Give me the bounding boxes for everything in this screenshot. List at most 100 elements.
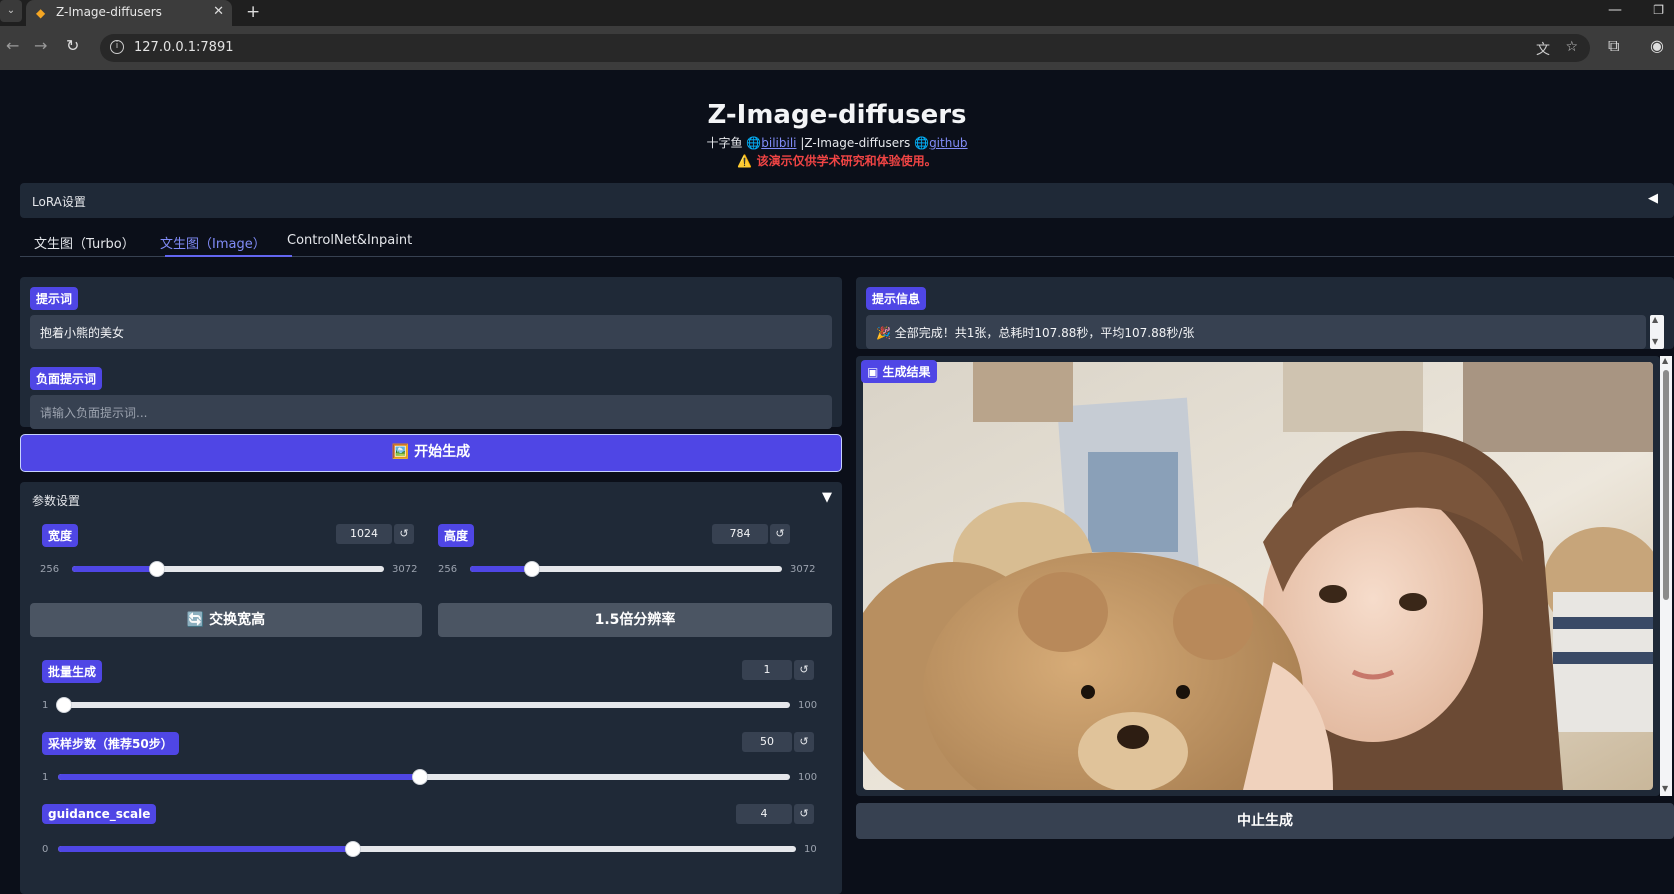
guidance-number-input[interactable]: 4 — [736, 804, 792, 824]
steps-max: 100 — [798, 772, 818, 783]
guidance-max: 10 — [804, 844, 817, 855]
app-page: Z-Image-diffusers 十字鱼 🌐bilibili |Z-Image… — [0, 70, 1674, 894]
guidance-slider[interactable] — [58, 841, 796, 857]
browser-tab[interactable]: ◆ Z-Image-diffusers ✕ — [26, 0, 232, 26]
mode-tabs: 文生图（Turbo） 文生图（Image） ControlNet&Inpaint — [20, 225, 1674, 257]
slider-fill — [72, 566, 158, 572]
scroll-up-icon[interactable]: ▲ — [1662, 356, 1668, 365]
reset-icon[interactable]: ↺ — [394, 524, 414, 544]
browser-toolbar: ← → ↻ i 127.0.0.1:7891 文 ☆ ⧉ ◉ — [0, 26, 1674, 70]
header-subline: 十字鱼 🌐bilibili |Z-Image-diffusers 🌐github — [0, 134, 1674, 151]
site-info-icon[interactable]: i — [110, 40, 124, 54]
url-text[interactable]: 127.0.0.1:7891 — [134, 40, 234, 55]
caret-down-icon[interactable]: ▼ — [822, 490, 832, 505]
back-icon[interactable]: ← — [6, 36, 19, 55]
scrollbar-thumb[interactable] — [1663, 370, 1669, 600]
height-label: 高度 — [438, 524, 475, 547]
close-icon[interactable]: ✕ — [213, 4, 224, 19]
warning-icon: ⚠️ — [737, 154, 753, 168]
tab-image[interactable]: 文生图（Image） — [160, 233, 266, 252]
reset-icon[interactable]: ↺ — [794, 804, 814, 824]
slider-thumb[interactable] — [412, 769, 429, 785]
slider-fill — [470, 566, 532, 572]
lora-accordion[interactable]: LoRA设置 ◀ — [20, 183, 1674, 218]
page-title: Z-Image-diffusers — [707, 100, 967, 130]
bilibili-link[interactable]: bilibili — [761, 136, 796, 150]
favicon-icon: ◆ — [36, 6, 46, 20]
result-scrollbar[interactable]: ▲ ▼ — [1660, 356, 1672, 796]
slider-fill — [58, 846, 354, 852]
profile-icon[interactable]: ◉ — [1650, 36, 1664, 55]
steps-min: 1 — [42, 772, 49, 783]
lora-label: LoRA设置 — [32, 195, 86, 209]
batch-min: 1 — [42, 700, 49, 711]
slider-thumb[interactable] — [56, 697, 72, 713]
height-number-input[interactable]: 784 — [712, 524, 768, 544]
address-bar[interactable]: i 127.0.0.1:7891 文 ☆ — [100, 34, 1590, 62]
globe-icon: 🌐 — [746, 136, 762, 150]
warning-banner: ⚠️ 该演示仅供学术研究和体验使用。 — [0, 152, 1674, 169]
width-number-input[interactable]: 1024 — [336, 524, 392, 544]
tab-turbo[interactable]: 文生图（Turbo） — [34, 233, 135, 252]
result-label-text: 生成结果 — [882, 365, 931, 379]
batch-max: 100 — [798, 700, 818, 711]
steps-number-input[interactable]: 50 — [742, 732, 792, 752]
slider-thumb[interactable] — [149, 561, 166, 577]
caret-left-icon[interactable]: ◀ — [1648, 191, 1658, 206]
guidance-min: 0 — [42, 844, 49, 855]
width-max: 3072 — [392, 564, 418, 575]
github-link[interactable]: github — [929, 136, 967, 150]
image-icon: ▣ — [867, 365, 879, 379]
warning-text: 该演示仅供学术研究和体验使用。 — [756, 154, 937, 168]
height-max: 3072 — [790, 564, 816, 575]
prompt-label: 提示词 — [30, 287, 79, 310]
info-panel: 提示信息 🎉 全部完成！共1张，总耗时107.88秒，平均107.88秒/张 ▲… — [856, 277, 1674, 349]
slider-fill — [58, 774, 421, 780]
slider-thumb[interactable] — [345, 841, 362, 857]
minimize-icon[interactable]: — — [1608, 2, 1622, 18]
width-min: 256 — [40, 564, 60, 575]
tab-search-icon[interactable]: ⌄ — [0, 0, 22, 22]
tab-controlnet[interactable]: ControlNet&Inpaint — [287, 233, 412, 248]
generate-button[interactable]: 🖼️ 开始生成 — [20, 434, 842, 472]
reset-icon[interactable]: ↺ — [770, 524, 790, 544]
stop-button[interactable]: 中止生成 — [856, 803, 1674, 839]
negative-prompt-label: 负面提示词 — [30, 367, 103, 390]
batch-slider[interactable] — [56, 697, 790, 713]
info-label: 提示信息 — [866, 287, 927, 310]
batch-label: 批量生成 — [42, 660, 103, 683]
generated-photo — [863, 362, 1653, 790]
reset-icon[interactable]: ↺ — [794, 660, 814, 680]
batch-number-input[interactable]: 1 — [742, 660, 792, 680]
width-slider[interactable] — [72, 561, 384, 577]
steps-slider[interactable] — [58, 769, 790, 785]
globe-icon: 🌐 — [914, 136, 930, 150]
browser-tab-title: Z-Image-diffusers — [56, 5, 162, 19]
width-label: 宽度 — [42, 524, 79, 547]
info-scrollbar[interactable]: ▲ ▼ — [1650, 315, 1664, 349]
extensions-icon[interactable]: ⧉ — [1608, 36, 1619, 56]
scroll-up-icon[interactable]: ▲ — [1652, 315, 1658, 324]
forward-icon[interactable]: → — [34, 36, 47, 55]
prompt-panel: 提示词 抱着小熊的美女 负面提示词 请输入负面提示词... — [20, 277, 842, 429]
result-label: ▣ 生成结果 — [861, 360, 937, 383]
scroll-down-icon[interactable]: ▼ — [1662, 784, 1668, 793]
steps-label: 采样步数（推荐50步） — [42, 732, 179, 755]
swap-dimensions-button[interactable]: 🔄 交换宽高 — [30, 603, 422, 637]
reload-icon[interactable]: ↻ — [66, 36, 79, 55]
active-tab-indicator — [165, 255, 292, 257]
restore-icon[interactable]: ❐ — [1653, 3, 1664, 17]
prompt-input[interactable]: 抱着小熊的美女 — [30, 315, 832, 349]
guidance-label: guidance_scale — [42, 804, 157, 824]
reset-icon[interactable]: ↺ — [794, 732, 814, 752]
translate-icon[interactable]: 文 — [1536, 39, 1550, 59]
slider-thumb[interactable] — [523, 561, 540, 577]
upscale-button[interactable]: 1.5倍分辨率 — [438, 603, 832, 637]
new-tab-icon[interactable]: + — [246, 2, 260, 22]
negative-prompt-input[interactable]: 请输入负面提示词... — [30, 395, 832, 429]
bookmark-star-icon[interactable]: ☆ — [1565, 39, 1578, 55]
scroll-down-icon[interactable]: ▼ — [1652, 337, 1658, 346]
result-image[interactable] — [863, 362, 1653, 790]
height-slider[interactable] — [470, 561, 782, 577]
height-min: 256 — [438, 564, 458, 575]
